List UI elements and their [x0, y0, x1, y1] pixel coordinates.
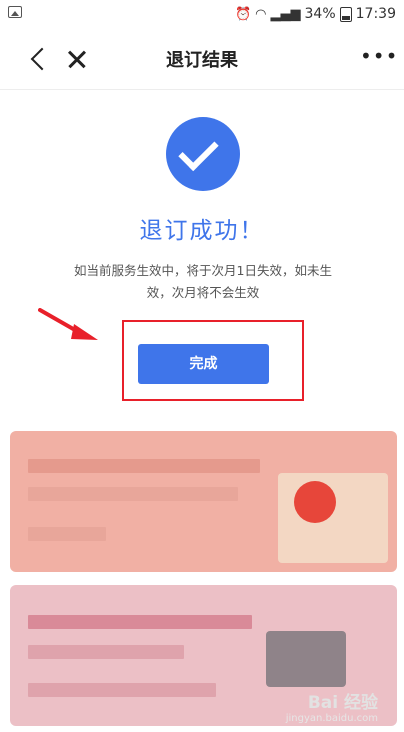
result-title: 退订成功！ [139, 218, 265, 244]
wifi-icon: ◠ [255, 6, 267, 22]
blurred-text [28, 645, 184, 659]
battery-icon [339, 6, 352, 22]
blurred-text [28, 527, 106, 541]
more-options-icon[interactable]: ••• [360, 44, 397, 74]
blurred-image [266, 631, 346, 687]
success-check-icon [166, 117, 240, 191]
blurred-text [28, 459, 260, 473]
blurred-image [294, 481, 336, 523]
page-title: 退订结果 [166, 50, 238, 71]
done-button[interactable]: 完成 [138, 344, 269, 384]
gallery-notification-icon [8, 6, 22, 18]
result-description: 如当前服务生效中，将于次月1日失效，如未生效，次月将不会生效 [74, 263, 332, 300]
signal-icon: ▂▄▆ [270, 6, 301, 22]
watermark-logo: Bai 经验 [307, 693, 378, 713]
status-bar: ⏰ ◠ ▂▄▆ 34% 17:39 [0, 0, 404, 28]
blurred-image [278, 473, 388, 563]
battery-percentage: 34% [304, 6, 336, 22]
status-time: 17:39 [355, 6, 396, 22]
watermark-url: jingyan.baidu.com [285, 713, 378, 724]
status-icons: ⏰ ◠ ▂▄▆ 34% 17:39 [235, 5, 396, 23]
watermark: Bai 经验 jingyan.baidu.com [286, 688, 378, 724]
blurred-text [28, 615, 252, 629]
blurred-text [28, 683, 216, 697]
alarm-icon: ⏰ [234, 6, 252, 22]
annotation-arrow-icon [38, 308, 98, 340]
promo-banner-1[interactable] [10, 431, 397, 572]
navigation-bar: 退订结果 ••• [0, 28, 404, 90]
blurred-text [28, 487, 238, 501]
